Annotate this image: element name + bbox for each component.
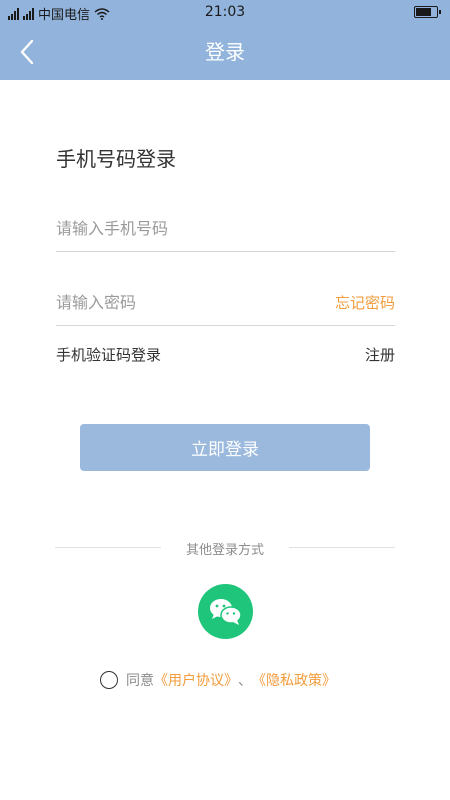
sms-login-link[interactable]: 手机验证码登录: [56, 344, 161, 365]
agree-prefix: 同意: [126, 673, 154, 689]
phone-input[interactable]: [56, 208, 316, 248]
page-title: 登录: [205, 40, 245, 64]
agreement-row: 同意 《用户协议》 、 《隐私政策》: [100, 670, 336, 690]
phone-field: [56, 208, 395, 252]
battery-level: [416, 8, 431, 16]
user-agreement-link[interactable]: 《用户协议》: [154, 670, 238, 690]
agree-separator: 、: [238, 673, 252, 689]
other-login-label: 其他登录方式: [185, 543, 264, 558]
status-time: 21:03: [204, 4, 246, 20]
agree-radio[interactable]: [100, 671, 118, 689]
app-header: 中国电信 21:03 登录: [0, 0, 450, 80]
login-section-title: 手机号码登录: [56, 147, 176, 171]
divider-right: [289, 547, 395, 548]
register-link[interactable]: 注册: [365, 344, 395, 365]
status-bar: 中国电信 21:03: [0, 0, 450, 24]
password-field: 忘记密码: [56, 282, 395, 326]
wechat-icon: [210, 599, 242, 625]
wechat-login-button[interactable]: [198, 584, 253, 639]
password-input[interactable]: [56, 282, 316, 322]
battery-icon: [414, 6, 441, 18]
login-button[interactable]: 立即登录: [80, 424, 370, 471]
privacy-policy-link[interactable]: 《隐私政策》: [252, 670, 336, 690]
forgot-password-link[interactable]: 忘记密码: [335, 292, 395, 313]
